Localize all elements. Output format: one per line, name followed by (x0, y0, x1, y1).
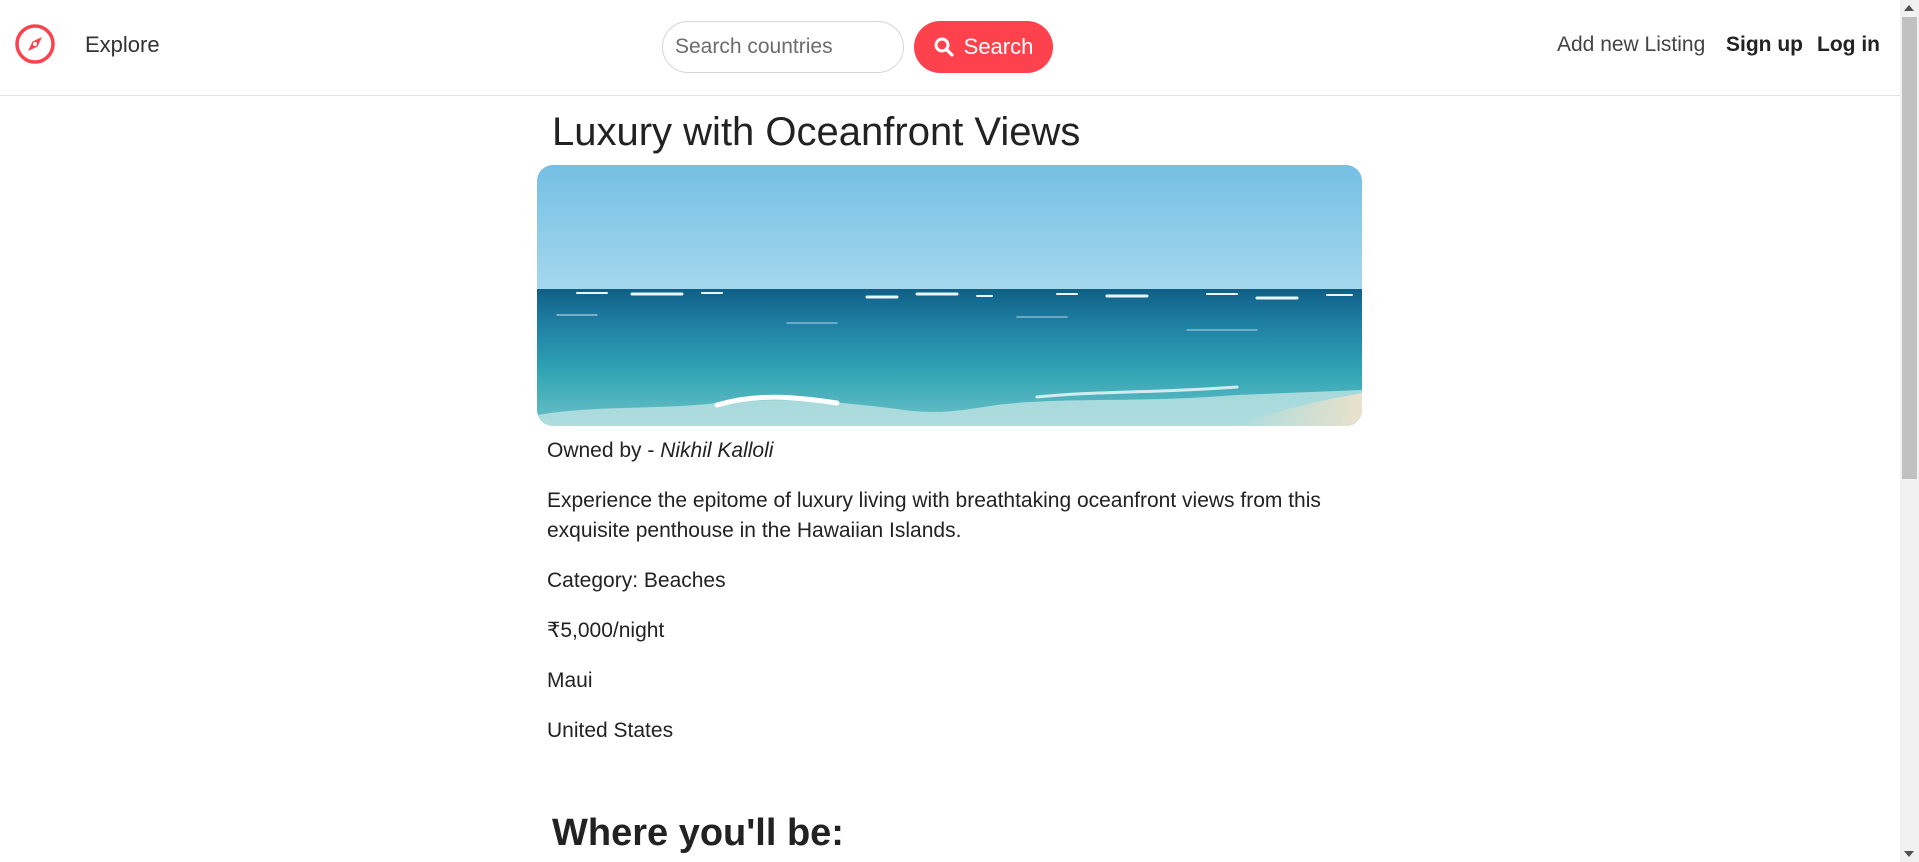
listing-category: Category: Beaches (547, 569, 726, 592)
owner-name: Nikhil Kalloli (660, 439, 774, 462)
search-button-label: Search (963, 34, 1034, 59)
listing-title: Luxury with Oceanfront Views (552, 110, 1081, 154)
scroll-up-arrow-icon[interactable] (1904, 5, 1914, 11)
listing-location: Maui (547, 669, 593, 692)
listing-price: ₹5,000/night (547, 619, 665, 642)
nav-explore-link[interactable]: Explore (85, 32, 160, 58)
scrollbar-thumb[interactable] (1902, 17, 1917, 479)
listing-image (537, 165, 1362, 426)
listing-country: United States (547, 719, 674, 742)
nav-add-listing-link[interactable]: Add new Listing (1557, 33, 1705, 57)
nav-login-link[interactable]: Log in (1817, 33, 1880, 57)
search-icon (934, 37, 954, 57)
nav-signup-link[interactable]: Sign up (1726, 33, 1803, 57)
navbar: Explore Search Add new Listing Sign up L… (0, 0, 1900, 96)
compass-icon[interactable] (14, 23, 56, 65)
listing-description: Experience the epitome of luxury living … (547, 489, 1321, 542)
search-button[interactable]: Search (914, 21, 1053, 73)
owner-prefix: Owned by - (547, 439, 661, 462)
scroll-down-arrow-icon[interactable] (1904, 851, 1914, 857)
map-section-heading: Where you'll be: (552, 812, 844, 854)
search-input[interactable] (662, 21, 904, 73)
listing-owner: Owned by - Nikhil Kalloli (547, 436, 773, 466)
